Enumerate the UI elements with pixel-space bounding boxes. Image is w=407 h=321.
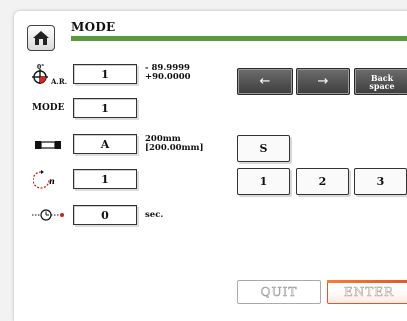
mode-panel [14,11,407,321]
timer-field[interactable]: 0 [73,205,137,225]
home-button[interactable] [27,25,55,51]
s-key[interactable]: S [237,135,290,162]
svg-text:n: n [49,176,55,186]
rotation-count-field[interactable]: 1 [73,169,137,189]
page-title: MODE [71,20,116,34]
timer-unit: sec. [145,210,164,220]
enter-accent-strip [327,280,407,283]
mode-label: MODE [32,103,65,113]
angle-range-note: - 89.9999 +90.0000 [145,63,191,82]
timer-icon [30,204,66,226]
title-underline [71,36,407,41]
enter-button-label: ENTER [343,285,395,300]
backspace-key[interactable]: Back space [354,68,407,95]
digit-3-key[interactable]: 3 [354,168,407,195]
quit-button[interactable]: QUIT [237,280,321,304]
enter-button[interactable]: ENTER [327,280,407,304]
length-field[interactable]: A [73,134,137,154]
angle-field[interactable]: 1 [73,64,137,84]
angle-icon-label: A.R. [51,77,68,86]
digit-2-key[interactable]: 2 [296,168,349,195]
right-arrow-key[interactable]: → [296,68,350,95]
caliper-icon [30,134,66,156]
mode-field[interactable]: 1 [73,98,137,118]
rotate-count-icon: n [30,168,66,190]
left-arrow-key[interactable]: ← [237,68,293,95]
home-icon [33,31,49,45]
length-note: 200mm [200.00mm] [145,134,204,153]
digit-1-key[interactable]: 1 [237,168,290,195]
